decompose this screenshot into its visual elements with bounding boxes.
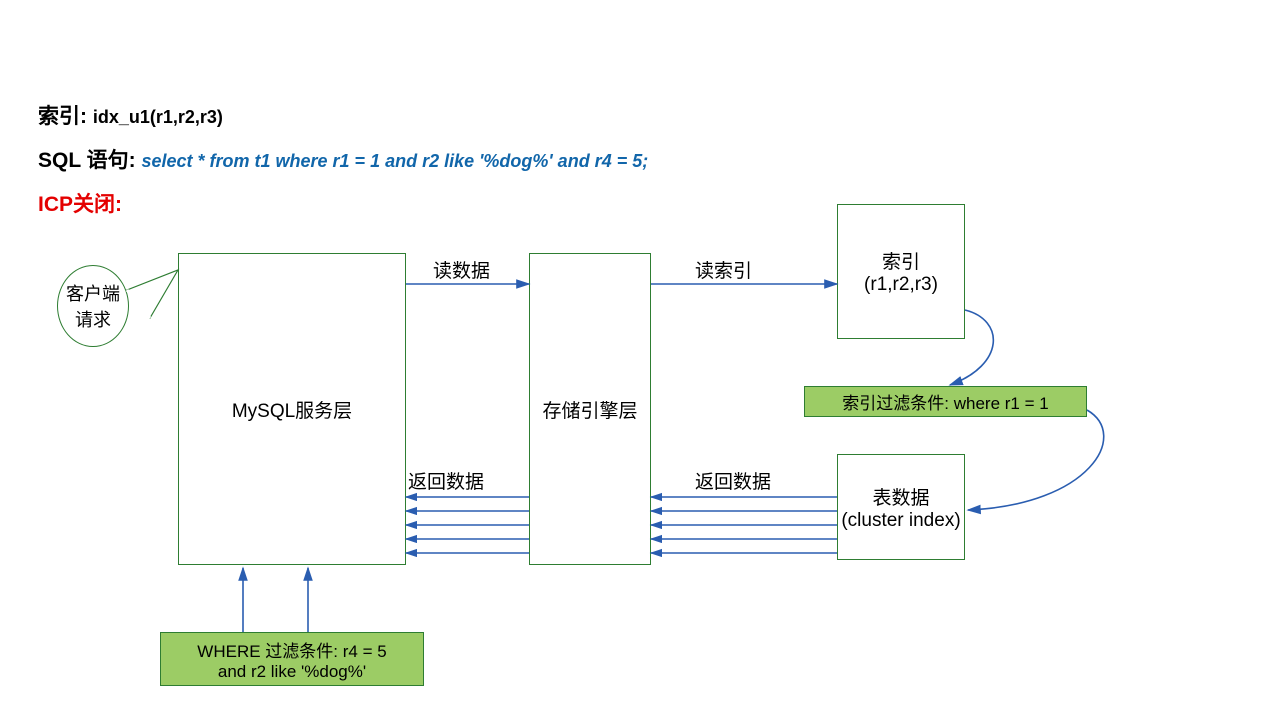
return-data-label-2: 返回数据 bbox=[695, 467, 771, 494]
callout-text: 客户端请求 bbox=[58, 280, 128, 332]
sql-label: SQL 语句: bbox=[38, 149, 136, 172]
mysql-layer-text: MySQL服务层 bbox=[232, 396, 352, 423]
table-box-line1: 表数据 bbox=[841, 483, 960, 510]
storage-engine-layer-box: 存储引擎层 bbox=[529, 253, 651, 565]
return-data-label-1: 返回数据 bbox=[408, 467, 484, 494]
read-data-label: 读数据 bbox=[433, 256, 490, 283]
where-filter-greenbox: WHERE 过滤条件: r4 = 5 and r2 like '%dog%' bbox=[160, 632, 424, 686]
storage-layer-text: 存储引擎层 bbox=[542, 396, 637, 423]
index-box-line1: 索引 bbox=[864, 247, 938, 274]
index-line: 索引: idx_u1(r1,r2,r3) bbox=[38, 100, 648, 130]
where-filter-line1: WHERE 过滤条件: r4 = 5 bbox=[197, 637, 386, 662]
read-index-label: 读索引 bbox=[695, 256, 752, 283]
header-block: 索引: idx_u1(r1,r2,r3) SQL 语句: select * fr… bbox=[38, 100, 648, 218]
index-box: 索引 (r1,r2,r3) bbox=[837, 204, 965, 339]
index-filter-text: 索引过滤条件: where r1 = 1 bbox=[842, 389, 1048, 414]
sql-line: SQL 语句: select * from t1 where r1 = 1 an… bbox=[38, 144, 648, 174]
where-filter-line2: and r2 like '%dog%' bbox=[197, 662, 386, 682]
mysql-service-layer-box: MySQL服务层 bbox=[178, 253, 406, 565]
icp-off-label: ICP关闭: bbox=[38, 188, 648, 218]
index-box-line2: (r1,r2,r3) bbox=[864, 274, 938, 296]
client-request-callout: 客户端请求 bbox=[57, 265, 137, 350]
sql-value: select * from t1 where r1 = 1 and r2 lik… bbox=[141, 151, 648, 171]
index-filter-greenbox: 索引过滤条件: where r1 = 1 bbox=[804, 386, 1087, 417]
table-data-box: 表数据 (cluster index) bbox=[837, 454, 965, 560]
index-value: idx_u1(r1,r2,r3) bbox=[93, 107, 223, 127]
table-box-line2: (cluster index) bbox=[841, 510, 960, 532]
index-label: 索引: bbox=[38, 105, 87, 128]
